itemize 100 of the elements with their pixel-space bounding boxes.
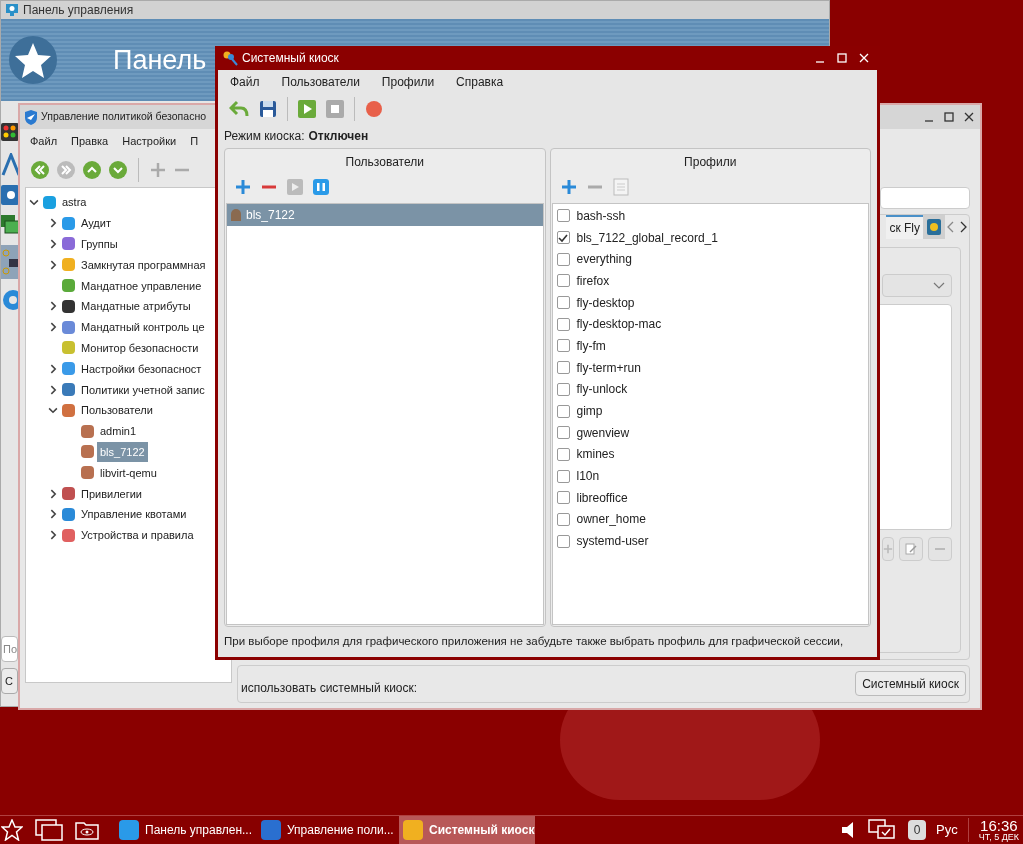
add-icon[interactable] xyxy=(560,179,577,195)
checkbox[interactable] xyxy=(556,491,570,505)
notification-count[interactable]: 0 xyxy=(908,820,927,840)
input-field[interactable] xyxy=(880,187,970,209)
info-text: использовать системный киоск: xyxy=(241,680,418,697)
play-icon[interactable] xyxy=(298,100,316,118)
save-icon[interactable] xyxy=(259,100,277,118)
checkbox[interactable] xyxy=(556,339,570,353)
star-icon[interactable] xyxy=(1,819,23,841)
menu-item[interactable]: Файл xyxy=(30,132,58,150)
chevron-right-icon[interactable] xyxy=(48,530,58,541)
down-icon[interactable] xyxy=(108,160,128,180)
tree-item[interactable]: Привилегии xyxy=(78,483,145,504)
tree-item[interactable]: Группы xyxy=(78,234,121,254)
remove-button[interactable] xyxy=(928,537,952,561)
pause-icon[interactable] xyxy=(313,179,329,195)
panel-button[interactable]: С xyxy=(1,668,18,694)
tree-item[interactable]: Настройки безопасност xyxy=(78,358,205,379)
tree-item[interactable]: Мандатный контроль це xyxy=(78,317,208,338)
chevron-right-icon[interactable] xyxy=(48,301,58,312)
search-field[interactable]: По xyxy=(1,636,18,662)
first-icon[interactable] xyxy=(30,160,50,180)
tree-item[interactable]: Политики учетной запис xyxy=(78,379,208,400)
group-title: Пользователи xyxy=(345,154,424,171)
checkbox[interactable] xyxy=(556,209,570,223)
menu-item[interactable]: Файл xyxy=(230,73,260,91)
chevron-down-icon xyxy=(933,281,945,290)
maximize-icon[interactable] xyxy=(944,112,954,122)
tab[interactable]: ск Fly xyxy=(886,215,923,239)
checkbox[interactable] xyxy=(556,274,570,288)
profile-name: libreoffice xyxy=(576,489,628,507)
profile-name: gwenview xyxy=(576,424,630,442)
pen-icon xyxy=(1,153,19,177)
up-icon[interactable] xyxy=(82,160,102,180)
checkbox[interactable] xyxy=(556,317,570,331)
chevron-down-icon[interactable] xyxy=(48,405,58,416)
checkbox[interactable] xyxy=(556,534,570,548)
add-button[interactable] xyxy=(882,537,894,561)
settings-icon xyxy=(1,185,19,205)
tree-item[interactable]: libvirt-qemu xyxy=(97,462,160,483)
add-icon[interactable] xyxy=(235,179,251,195)
taskbar-button[interactable]: Управление поли... xyxy=(257,816,393,844)
category-icon xyxy=(62,299,75,313)
folder-eye-icon[interactable] xyxy=(75,820,99,840)
play-icon[interactable] xyxy=(287,179,303,195)
kiosk-button[interactable]: Системный киоск xyxy=(855,671,966,696)
checkbox[interactable] xyxy=(556,231,570,245)
user-name: bls_7122 xyxy=(246,207,295,224)
checkbox[interactable] xyxy=(556,404,570,418)
checkbox[interactable] xyxy=(556,296,570,310)
language-indicator[interactable]: Рус xyxy=(936,820,958,840)
edit-button[interactable] xyxy=(899,537,923,561)
clock-date[interactable]: ЧТ, 5 ДЕК xyxy=(978,833,1019,842)
windows-icon[interactable] xyxy=(35,819,63,841)
tab[interactable] xyxy=(923,215,945,239)
checkbox[interactable] xyxy=(556,252,570,266)
chevron-right-icon[interactable] xyxy=(48,259,58,270)
record-icon[interactable] xyxy=(365,100,383,118)
tree-item[interactable]: Монитор безопасности xyxy=(78,337,202,358)
tree-item[interactable]: Замкнутая программная xyxy=(78,254,209,275)
menu-item[interactable]: Правка xyxy=(71,132,109,150)
close-icon[interactable] xyxy=(964,112,974,122)
profile-name: firefox xyxy=(576,272,610,290)
taskbar-button[interactable]: Системный киоск xyxy=(399,816,535,844)
last-icon[interactable] xyxy=(56,160,76,180)
menu-item[interactable]: Справка xyxy=(456,73,504,91)
chevron-right-icon[interactable] xyxy=(48,239,58,249)
menu-item[interactable]: Пользователи xyxy=(281,73,360,91)
chevron-right-icon[interactable] xyxy=(48,218,58,229)
checkbox[interactable] xyxy=(556,426,570,440)
category-icon xyxy=(62,487,75,501)
chevron-right-icon[interactable] xyxy=(48,509,58,520)
tree-item[interactable]: Устройства и правила xyxy=(78,525,197,546)
chevron-right-icon[interactable] xyxy=(48,488,58,499)
checkbox[interactable] xyxy=(556,447,570,461)
checkbox[interactable] xyxy=(556,469,570,483)
category-icon xyxy=(62,362,75,376)
tree-item[interactable]: Аудит xyxy=(78,213,114,234)
tree-item[interactable]: admin1 xyxy=(97,421,140,442)
checkbox[interactable] xyxy=(556,361,570,375)
tree-item[interactable]: Мандатное управление xyxy=(78,275,205,296)
checkbox[interactable] xyxy=(556,512,570,526)
chevron-right-icon[interactable] xyxy=(48,322,58,333)
menu-item[interactable]: П xyxy=(190,132,199,150)
tree-item[interactable]: astra xyxy=(59,192,90,213)
taskbar-button[interactable]: Панель управлен... xyxy=(115,816,251,844)
add-icon[interactable] xyxy=(149,161,167,179)
menu-item[interactable]: Настройки xyxy=(122,132,177,150)
profile-name: bash-ssh xyxy=(576,207,626,225)
tree-item[interactable]: Пользователи xyxy=(78,400,156,421)
stop-icon[interactable] xyxy=(326,100,344,118)
tree-item[interactable]: Мандатные атрибуты xyxy=(78,296,194,317)
chevron-right-icon[interactable] xyxy=(48,384,58,395)
chevron-down-icon[interactable] xyxy=(29,197,39,208)
chevron-right-icon[interactable] xyxy=(48,363,58,374)
checkbox[interactable] xyxy=(556,382,570,396)
menu-item[interactable]: Профили xyxy=(381,73,435,91)
tree-item[interactable]: Управление квотами xyxy=(78,504,190,525)
undo-icon[interactable] xyxy=(229,100,249,118)
clock-time[interactable]: 16:36 xyxy=(980,818,1018,833)
